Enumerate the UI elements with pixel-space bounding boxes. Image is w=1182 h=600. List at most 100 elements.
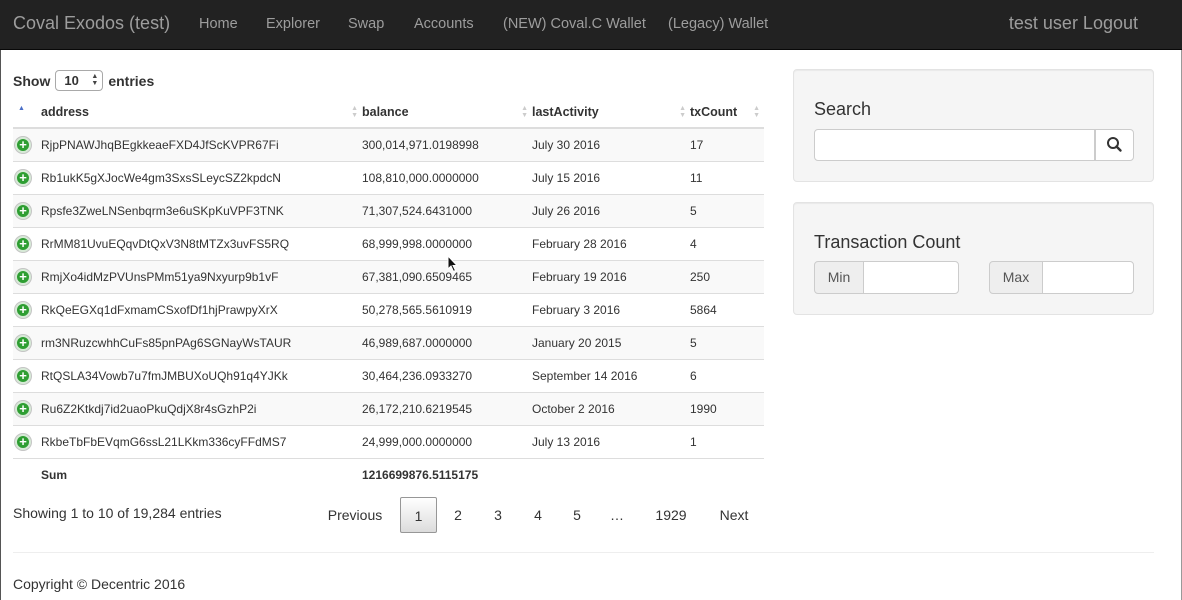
page-length-control: Show 10 ▲ ▼ entries xyxy=(13,70,154,91)
mouse-cursor-icon xyxy=(447,255,459,273)
cell-tx-count: 250 xyxy=(690,259,764,293)
expand-row-icon[interactable]: + xyxy=(15,235,31,252)
nav-legacy-wallet[interactable]: (Legacy) Wallet xyxy=(668,16,768,32)
table-row[interactable]: + RrMM81UvuEQqvDtQxV3N8tMTZx3uvFS5RQ 68,99… xyxy=(13,226,764,260)
expand-row-icon[interactable]: + xyxy=(15,400,31,417)
page-length-select[interactable]: 10 ▲ ▼ xyxy=(55,70,104,91)
cell-tx-count: 1 xyxy=(690,424,764,458)
copyright: Copyright © Decentric 2016 xyxy=(13,576,186,592)
cell-address: Rb1ukK5gXJocWe4gm3SxsSLeycSZ2kpdcN xyxy=(41,160,362,194)
expand-row-icon[interactable]: + xyxy=(15,433,31,450)
expand-row-icon[interactable]: + xyxy=(15,301,31,318)
pagination-previous[interactable]: Previous xyxy=(314,497,396,533)
header-tx-count[interactable]: txCount ▲ ▼ xyxy=(690,96,764,129)
nav-explorer[interactable]: Explorer xyxy=(266,16,320,32)
cell-tx-count: 1990 xyxy=(690,391,764,425)
cell-address: RjpPNAWJhqBEgkkeaeFXD4JfScKVPR67Fi xyxy=(41,127,362,161)
search-panel-title: Search xyxy=(814,99,872,119)
user-logout-link[interactable]: test user Logout xyxy=(1009,13,1138,34)
brand-link[interactable]: Coval Exodos (test) xyxy=(13,13,170,34)
cell-tx-count: 11 xyxy=(690,160,764,194)
cell-address: RrMM81UvuEQqvDtQxV3N8tMTZx3uvFS5RQ xyxy=(41,226,362,260)
pagination-ellipsis: … xyxy=(610,507,624,523)
table-header-row: ▲ address ▲ ▼ balance ▲ ▼ lastActivity ▲ ▼ txC… xyxy=(13,96,764,129)
min-addon-label: Min xyxy=(814,261,864,294)
cell-last-activity: July 26 2016 xyxy=(532,193,690,227)
header-address[interactable]: address ▲ ▼ xyxy=(41,96,362,129)
cell-balance: 108,810,000.0000000 xyxy=(362,160,532,194)
nav-swap[interactable]: Swap xyxy=(348,16,384,32)
sort-icon: ▲ ▼ xyxy=(753,105,760,119)
header-balance-label: balance xyxy=(362,104,409,119)
pagination-page-last[interactable]: 1929 xyxy=(647,497,695,533)
search-icon xyxy=(1107,137,1122,152)
table-row[interactable]: + Rb1ukK5gXJocWe4gm3SxsSLeycSZ2kpdcN 108,8… xyxy=(13,160,764,194)
header-last-activity[interactable]: lastActivity ▲ ▼ xyxy=(532,96,690,129)
header-expand[interactable]: ▲ xyxy=(13,96,41,129)
sort-icon: ▲ ▼ xyxy=(679,105,686,119)
table-row[interactable]: + RkbeTbFbEVqmG6ssL21LKkm336cyFFdMS7 24,99… xyxy=(13,424,764,458)
select-arrows-icon: ▲ ▼ xyxy=(91,73,99,87)
expand-row-icon[interactable]: + xyxy=(15,202,31,219)
min-tx-input[interactable] xyxy=(863,261,959,294)
tx-count-panel: Transaction Count Min Max xyxy=(793,202,1154,315)
cell-last-activity: February 28 2016 xyxy=(532,226,690,260)
expand-row-icon[interactable]: + xyxy=(15,367,31,384)
pagination-page-3[interactable]: 3 xyxy=(483,497,513,533)
cell-balance: 71,307,524.6431000 xyxy=(362,193,532,227)
expand-row-icon[interactable]: + xyxy=(15,334,31,351)
page-length-value: 10 xyxy=(64,73,79,88)
cell-tx-count: 5 xyxy=(690,193,764,227)
max-tx-input[interactable] xyxy=(1042,261,1134,294)
table-footer-row: Sum 1216699876.5115175 xyxy=(13,457,764,491)
table-row[interactable]: + Rpsfe3ZweLNSenbqrm3e6uSKpKuVPF3TNK 71,30… xyxy=(13,193,764,227)
table-row[interactable]: + RmjXo4idMzPVUnsPMm51ya9Nxyurp9b1vF 67,38… xyxy=(13,259,764,293)
cell-tx-count: 6 xyxy=(690,358,764,392)
header-address-label: address xyxy=(41,104,89,119)
header-last-activity-label: lastActivity xyxy=(532,104,599,119)
pagination-next[interactable]: Next xyxy=(708,497,760,533)
table-row[interactable]: + Ru6Z2Ktkdj7id2uaoPkuQdjX8r4sGzhP2i 26,17… xyxy=(13,391,764,425)
cell-last-activity: February 19 2016 xyxy=(532,259,690,293)
search-input[interactable] xyxy=(814,129,1095,161)
cell-balance: 50,278,565.5610919 xyxy=(362,292,532,326)
nav-new-wallet[interactable]: (NEW) Coval.C Wallet xyxy=(503,16,646,32)
pagination-page-5[interactable]: 5 xyxy=(562,497,592,533)
cell-address: Rpsfe3ZweLNSenbqrm3e6uSKpKuVPF3TNK xyxy=(41,193,362,227)
table-row[interactable]: + rm3NRuzcwhhCuFs85pnPAg6SGNayWsTAUR 46,98… xyxy=(13,325,764,359)
pagination-page-2[interactable]: 2 xyxy=(443,497,473,533)
cell-last-activity: July 15 2016 xyxy=(532,160,690,194)
table-info: Showing 1 to 10 of 19,284 entries xyxy=(13,505,222,521)
cell-balance: 26,172,210.6219545 xyxy=(362,391,532,425)
nav-home[interactable]: Home xyxy=(199,16,238,32)
table-row[interactable]: + RjpPNAWJhqBEgkkeaeFXD4JfScKVPR67Fi 300,0… xyxy=(13,127,764,161)
cell-address: RkbeTbFbEVqmG6ssL21LKkm336cyFFdMS7 xyxy=(41,424,362,458)
expand-row-icon[interactable]: + xyxy=(15,136,31,153)
nav-accounts[interactable]: Accounts xyxy=(414,16,474,32)
expand-row-icon[interactable]: + xyxy=(15,169,31,186)
header-tx-count-label: txCount xyxy=(690,104,738,119)
expand-row-icon[interactable]: + xyxy=(15,268,31,285)
search-button[interactable] xyxy=(1095,129,1134,161)
cell-balance: 300,014,971.0198998 xyxy=(362,127,532,161)
sort-icon: ▲ ▼ xyxy=(351,105,358,119)
header-balance[interactable]: balance ▲ ▼ xyxy=(362,96,532,129)
max-addon-label: Max xyxy=(989,261,1043,294)
cell-address: RmjXo4idMzPVUnsPMm51ya9Nxyurp9b1vF xyxy=(41,259,362,293)
pagination-page-1[interactable]: 1 xyxy=(400,497,437,533)
cell-address: RtQSLA34Vowb7u7fmJMBUXoUQh91q4YJKk xyxy=(41,358,362,392)
cell-tx-count: 5 xyxy=(690,325,764,359)
cell-address: rm3NRuzcwhhCuFs85pnPAg6SGNayWsTAUR xyxy=(41,325,362,359)
cell-address: RkQeEGXq1dFxmamCSxofDf1hjPrawpyXrX xyxy=(41,292,362,326)
table-row[interactable]: + RkQeEGXq1dFxmamCSxofDf1hjPrawpyXrX 50,27… xyxy=(13,292,764,326)
balance-sum: 1216699876.5115175 xyxy=(362,457,532,491)
pagination-page-4[interactable]: 4 xyxy=(523,497,553,533)
page-border-left xyxy=(0,50,1,600)
cell-last-activity: January 20 2015 xyxy=(532,325,690,359)
show-label: Show xyxy=(13,72,51,89)
accounts-table: ▲ address ▲ ▼ balance ▲ ▼ lastActivity ▲ ▼ txC… xyxy=(13,96,764,491)
navbar: Coval Exodos (test) Home Explorer Swap A… xyxy=(0,0,1182,50)
cell-last-activity: July 30 2016 xyxy=(532,127,690,161)
cell-tx-count: 4 xyxy=(690,226,764,260)
table-row[interactable]: + RtQSLA34Vowb7u7fmJMBUXoUQh91q4YJKk 30,46… xyxy=(13,358,764,392)
